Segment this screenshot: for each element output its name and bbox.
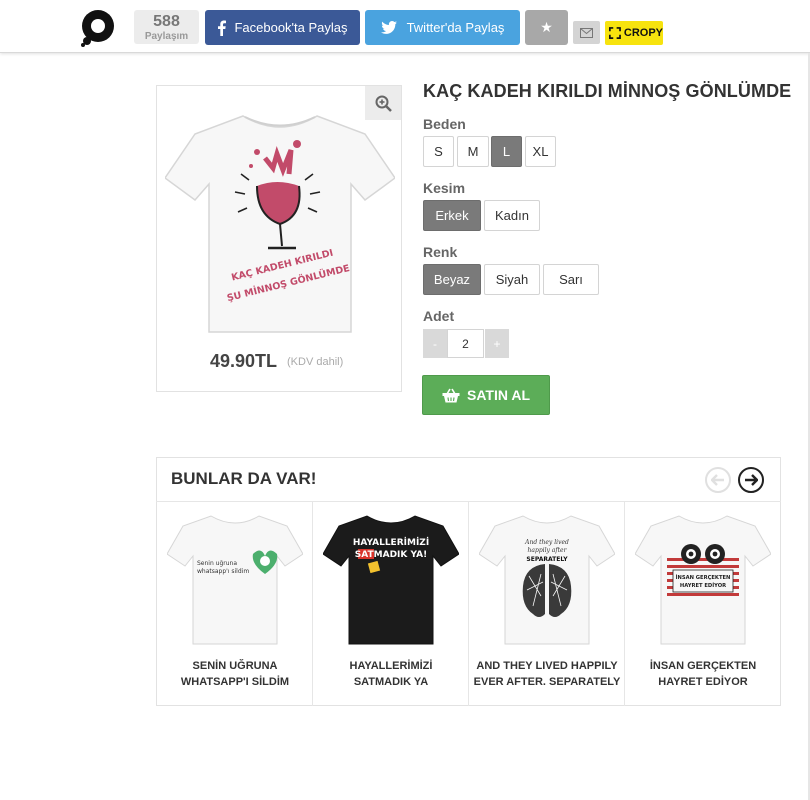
- color-option-sari[interactable]: Sarı: [543, 264, 599, 295]
- size-option-l[interactable]: L: [491, 136, 522, 167]
- print-text-line2: SATMADIK YA!: [355, 550, 427, 560]
- size-option-s[interactable]: S: [423, 136, 454, 167]
- print-text-line1: Senin uğruna: [197, 560, 237, 567]
- quantity-label: Adet: [423, 308, 455, 324]
- star-icon: ★: [540, 19, 553, 35]
- facebook-share-label: Facebook'ta Paylaş: [234, 20, 348, 35]
- email-share-button[interactable]: [573, 21, 600, 44]
- related-item-image[interactable]: And they lived happily after SEPARATELY: [479, 510, 615, 646]
- quantity-decrease-button[interactable]: -: [423, 329, 447, 358]
- crop-icon: [609, 27, 621, 39]
- basket-icon: [442, 388, 460, 402]
- size-option-xl[interactable]: XL: [525, 136, 556, 167]
- print-text-line1: HAYALLERİMİZİ: [353, 537, 429, 548]
- price-tax-note: (KDV dahil): [287, 356, 344, 368]
- print-text-line2: happily after: [528, 547, 568, 554]
- product-price: 49.90TL: [210, 351, 278, 371]
- facebook-icon: [218, 20, 227, 36]
- product-title: KAÇ KADEH KIRILDI MİNNOŞ GÖNLÜMDE: [423, 81, 792, 101]
- related-item-name[interactable]: İNSAN GERÇEKTEN HAYRET EDİYOR: [629, 658, 777, 690]
- facebook-share-button[interactable]: Facebook'ta Paylaş: [205, 10, 360, 45]
- share-count-badge: 588 Paylaşım: [134, 10, 199, 44]
- share-count-label: Paylaşım: [144, 31, 189, 42]
- cut-option-erkek[interactable]: Erkek: [423, 200, 481, 231]
- related-item-name[interactable]: SENİN UĞRUNA WHATSAPP'I SİLDİM: [161, 658, 309, 690]
- related-item-image[interactable]: İNSAN GERÇEKTEN HAYRET EDİYOR: [635, 510, 771, 646]
- color-option-beyaz[interactable]: Beyaz: [423, 264, 481, 295]
- size-label: Beden: [423, 116, 466, 132]
- related-item[interactable]: And they lived happily after SEPARATELY …: [469, 502, 625, 706]
- print-text-line2: HAYRET EDİYOR: [680, 582, 726, 589]
- related-item-name[interactable]: HAYALLERİMİZİ SATMADIK YA: [317, 658, 465, 690]
- arrow-right-icon: [745, 474, 758, 486]
- related-item[interactable]: HAYALLERİMİZİ SATMADIK YA! HAYALLERİMİZİ…: [313, 502, 469, 706]
- buy-button[interactable]: SATIN AL: [422, 375, 550, 415]
- size-option-m[interactable]: M: [457, 136, 489, 167]
- cut-label: Kesim: [423, 180, 466, 196]
- arrow-left-icon: [711, 474, 724, 486]
- favorite-button[interactable]: ★: [525, 10, 568, 45]
- color-option-siyah[interactable]: Siyah: [484, 264, 540, 295]
- quantity-input[interactable]: 2: [447, 329, 484, 358]
- print-text-line1: And they lived: [524, 539, 569, 546]
- twitter-share-button[interactable]: Twitter'da Paylaş: [365, 10, 520, 45]
- related-item-image[interactable]: HAYALLERİMİZİ SATMADIK YA!: [323, 510, 459, 646]
- share-count: 588: [153, 13, 180, 30]
- twitter-icon: [380, 21, 397, 34]
- carousel-next-button[interactable]: [738, 467, 764, 493]
- envelope-icon: [580, 27, 593, 38]
- buy-button-label: SATIN AL: [467, 387, 530, 403]
- related-item[interactable]: İNSAN GERÇEKTEN HAYRET EDİYOR İNSAN GERÇ…: [625, 502, 781, 706]
- carousel-prev-button[interactable]: [705, 467, 731, 493]
- cropy-button[interactable]: CROPY: [605, 21, 663, 45]
- related-item-name[interactable]: AND THEY LIVED HAPPILY EVER AFTER. SEPAR…: [473, 658, 621, 690]
- product-tshirt-image[interactable]: KAÇ KADEH KIRILDI ŞU MİNNOŞ GÖNLÜMDE: [165, 108, 395, 336]
- twitter-share-label: Twitter'da Paylaş: [406, 20, 505, 35]
- cut-option-kadin[interactable]: Kadın: [484, 200, 540, 231]
- print-text-line1: İNSAN GERÇEKTEN: [676, 574, 731, 581]
- print-text-line3: SEPARATELY: [526, 556, 568, 563]
- related-item[interactable]: Senin uğruna whatsapp'ı sildim SENİN UĞR…: [157, 502, 313, 706]
- color-label: Renk: [423, 244, 458, 260]
- site-logo[interactable]: [79, 9, 117, 47]
- print-text-line2: whatsapp'ı sildim: [197, 568, 249, 575]
- related-products-title: BUNLAR DA VAR!: [171, 469, 317, 488]
- cropy-label: CROPY: [623, 27, 663, 39]
- related-item-image[interactable]: Senin uğruna whatsapp'ı sildim: [167, 510, 303, 646]
- quantity-increase-button[interactable]: +: [485, 329, 509, 358]
